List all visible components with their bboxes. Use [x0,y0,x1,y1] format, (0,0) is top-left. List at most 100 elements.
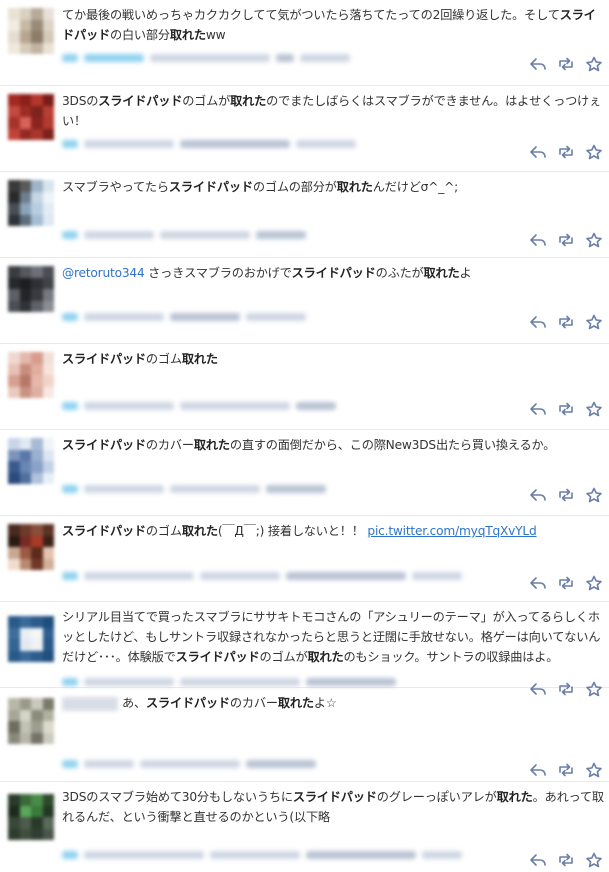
tweet-meta-blurred [62,483,326,495]
tweet-meta-blurred [62,138,356,150]
retweet-icon[interactable] [557,144,575,160]
tweet-actions [529,314,603,330]
tweet-meta-blurred [62,570,462,582]
reply-icon[interactable] [529,575,547,591]
retweet-icon[interactable] [557,762,575,778]
reply-icon[interactable] [529,487,547,503]
favorite-icon[interactable] [585,144,603,160]
user-avatar[interactable] [8,616,54,662]
highlight-keyword: スライドパッド [291,266,376,280]
tweet-item: 3DSのスマブラ始めて30分もしないうちにスライドパッドのグレーっぽいアレが取れ… [0,782,609,872]
tweet-text: スライドパッドのゴム取れた [62,349,604,369]
reply-icon[interactable] [529,314,547,330]
retweet-icon[interactable] [557,575,575,591]
retweet-icon[interactable] [557,401,575,417]
user-avatar[interactable] [8,524,54,570]
tweet-actions [529,575,603,591]
text-segment: (￣Д￣;) 接着しないと！！ [217,524,368,538]
text-segment: 3DSのスマブラ始めて30分もしないうちに [62,790,293,804]
text-segment: のゴムが [259,650,308,664]
user-avatar[interactable] [8,180,54,226]
user-avatar[interactable] [8,794,54,840]
tweet-item: スライドパッドのゴム取れた [0,344,609,430]
text-segment: のふたが [375,266,424,280]
highlight-keyword: 取れた [496,790,533,804]
favorite-icon[interactable] [585,487,603,503]
tweet-actions [529,487,603,503]
text-segment: スマブラやってたら [62,180,169,194]
tweet-meta-blurred [62,311,306,323]
reply-icon[interactable] [529,762,547,778]
text-segment: の直すの面倒だから、この際New3DS出たら買い換えるか。 [229,438,556,452]
tweet-text: @retoruto344 さっきスマブラのおかげでスライドパッドのふたが取れたよ [62,263,604,283]
tweet-item: スライドパッドのカバー取れたの直すの面倒だから、この際New3DS出たら買い換え… [0,430,609,516]
favorite-icon[interactable] [585,314,603,330]
highlight-keyword: 取れた [423,266,460,280]
reply-icon[interactable] [529,232,547,248]
highlight-keyword: 取れた [336,180,373,194]
tweet-item: 3DSのスライドパッドのゴムが取れたのでまたしばらくはスマブラができません。はよ… [0,86,609,172]
tweet-text: シリアル目当てで買ったスマブラにササキトモコさんの「アシュリーのテーマ」が入って… [62,607,604,667]
tweet-item: シリアル目当てで買ったスマブラにササキトモコさんの「アシュリーのテーマ」が入って… [0,602,609,697]
user-avatar[interactable] [8,94,54,140]
blurred-username[interactable] [62,696,118,711]
tweet-meta-blurred [62,676,396,688]
tweet-meta-blurred [62,849,462,861]
favorite-icon[interactable] [585,575,603,591]
tweet-actions [529,232,603,248]
favorite-icon[interactable] [585,56,603,72]
highlight-keyword: 取れた [169,28,206,42]
tweet-item: てか最後の戦いめっちゃカクカクしてて気がついたら落ちてたっての2回繰り返した。そ… [0,0,609,86]
text-segment: のもショック。サントラの収録曲はよ。 [343,650,559,664]
retweet-icon[interactable] [557,232,575,248]
tweet-text: てか最後の戦いめっちゃカクカクしてて気がついたら落ちてたっての2回繰り返した。そ… [62,5,604,45]
text-segment: のゴム [145,524,182,538]
highlight-keyword: 取れた [277,696,314,710]
tweet-actions [529,56,603,72]
tweet-actions [529,852,603,868]
user-avatar[interactable] [8,8,54,54]
text-segment: のゴム [145,352,182,366]
mention-link[interactable]: @retoruto344 [62,266,145,280]
tweet-meta-blurred [62,758,316,770]
pic-link[interactable]: pic.twitter.com/myqTqXvYLd [367,524,536,538]
highlight-keyword: 取れた [181,352,218,366]
retweet-icon[interactable] [557,314,575,330]
tweet-item: スマブラやってたらスライドパッドのゴムの部分が取れたんだけどσ^_^; [0,172,609,258]
tweet-item: @retoruto344 さっきスマブラのおかげでスライドパッドのふたが取れたよ [0,258,609,344]
text-segment: のカバー [145,438,194,452]
retweet-icon[interactable] [557,852,575,868]
favorite-icon[interactable] [585,762,603,778]
tweet-actions [529,144,603,160]
text-segment: のグレーっぽいアレが [376,790,497,804]
reply-icon[interactable] [529,144,547,160]
highlight-keyword: スライドパッド [145,696,230,710]
highlight-keyword: スライドパッド [168,180,253,194]
user-avatar[interactable] [8,266,54,312]
tweet-meta-blurred [62,52,350,64]
text-segment: んだけどσ^_^; [372,180,459,194]
user-avatar[interactable] [8,698,54,744]
tweet-text: スライドパッドのゴム取れた(￣Д￣;) 接着しないと！！ pic.twitter… [62,521,604,541]
retweet-icon[interactable] [557,56,575,72]
reply-icon[interactable] [529,401,547,417]
text-segment: のカバー [229,696,278,710]
highlight-keyword: スライドパッド [175,650,260,664]
retweet-icon[interactable] [557,487,575,503]
reply-icon[interactable] [529,56,547,72]
favorite-icon[interactable] [585,852,603,868]
tweet-item: あ、スライドパッドのカバー取れたよ☆ [0,688,609,782]
highlight-keyword: 取れた [307,650,344,664]
user-avatar[interactable] [8,352,54,398]
text-segment: 3DSの [62,94,99,108]
tweet-item: スライドパッドのゴム取れた(￣Д￣;) 接着しないと！！ pic.twitter… [0,516,609,602]
user-avatar[interactable] [8,438,54,484]
text-segment: さっきスマブラのおかげで [144,266,292,280]
favorite-icon[interactable] [585,232,603,248]
highlight-keyword: 取れた [181,524,218,538]
favorite-icon[interactable] [585,401,603,417]
text-segment: よ [459,266,472,280]
reply-icon[interactable] [529,852,547,868]
text-segment: てか最後の戦いめっちゃカクカクしてて気がついたら落ちてたっての2回繰り返した。そ… [62,8,560,22]
highlight-keyword: 取れた [230,94,267,108]
